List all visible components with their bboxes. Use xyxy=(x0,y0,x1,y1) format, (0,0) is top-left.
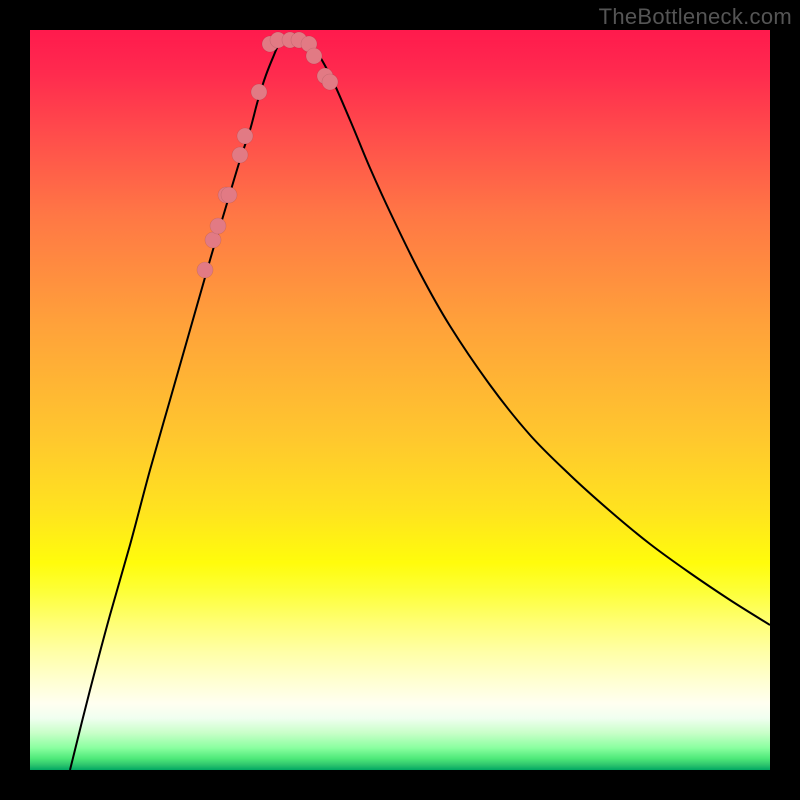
data-point xyxy=(306,48,322,64)
watermark-text: TheBottleneck.com xyxy=(599,4,792,30)
curve-svg xyxy=(30,30,770,770)
data-point xyxy=(322,74,338,90)
bottleneck-curve xyxy=(70,34,770,770)
data-point xyxy=(197,262,213,278)
data-point xyxy=(232,147,248,163)
data-point xyxy=(237,128,253,144)
data-point xyxy=(205,232,221,248)
chart-container: TheBottleneck.com xyxy=(0,0,800,800)
data-point xyxy=(221,187,237,203)
data-point xyxy=(251,84,267,100)
data-point xyxy=(210,218,226,234)
plot-area xyxy=(30,30,770,770)
